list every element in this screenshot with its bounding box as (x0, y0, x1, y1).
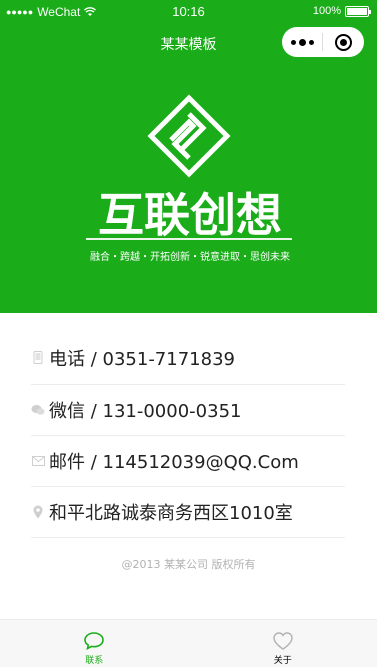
contact-wechat[interactable]: 微信 / 131-0000-0351 (31, 385, 345, 436)
brand-wordmark-text: 互联创想 (98, 188, 282, 242)
battery-icon (345, 5, 371, 17)
battery-percent: 100% (312, 5, 341, 17)
tab-about[interactable]: 关于 (189, 620, 377, 667)
contact-mail-text: 邮件 / 114512039@QQ.Com (49, 452, 299, 473)
contact-phone[interactable]: 电话 / 0351-7171839 (31, 313, 345, 385)
logo-underline (86, 238, 292, 240)
slogan: 融合・跨越・开拓创新・锐意进取・思创未来 (90, 252, 290, 263)
heart-icon (273, 632, 293, 650)
contact-list: 电话 / 0351-7171839 微信 / 131-0000-0351 邮件 … (31, 313, 345, 538)
tab-bar: 联系 关于 (0, 619, 377, 667)
wechat-icon (31, 403, 45, 417)
brand-wordmark: 互联创想 (98, 188, 282, 242)
tab-contact[interactable]: 联系 (0, 620, 189, 667)
banner: 互联创想 融合・跨越・开拓创新・锐意进取・思创未来 (0, 64, 377, 313)
location-icon (31, 505, 45, 519)
menu-capsule (282, 27, 364, 57)
mail-icon (31, 454, 45, 468)
chat-bubble-icon (84, 632, 105, 651)
contact-address-text: 和平北路诚泰商务西区1010室 (49, 503, 293, 524)
tab-about-label: 关于 (273, 656, 292, 666)
geometric-logo-icon (147, 94, 231, 178)
phone-icon (31, 351, 45, 365)
contact-phone-text: 电话 / 0351-7171839 (49, 348, 235, 370)
contact-address[interactable]: 和平北路诚泰商务西区1010室 (31, 487, 345, 538)
close-ring-icon[interactable] (323, 27, 364, 57)
status-right: 100% (312, 5, 371, 17)
contact-mail[interactable]: 邮件 / 114512039@QQ.Com (31, 436, 345, 487)
navigation-bar: 某某模板 (0, 24, 377, 64)
battery-fill (347, 7, 367, 15)
status-bar: ●●●●● WeChat 10:16 100% (0, 0, 377, 24)
tab-contact-label: 联系 (85, 656, 104, 666)
more-dots-icon[interactable] (282, 27, 322, 57)
contact-wechat-text: 微信 / 131-0000-0351 (49, 401, 242, 422)
copyright: @2013 某某公司 版权所有 (121, 558, 256, 571)
